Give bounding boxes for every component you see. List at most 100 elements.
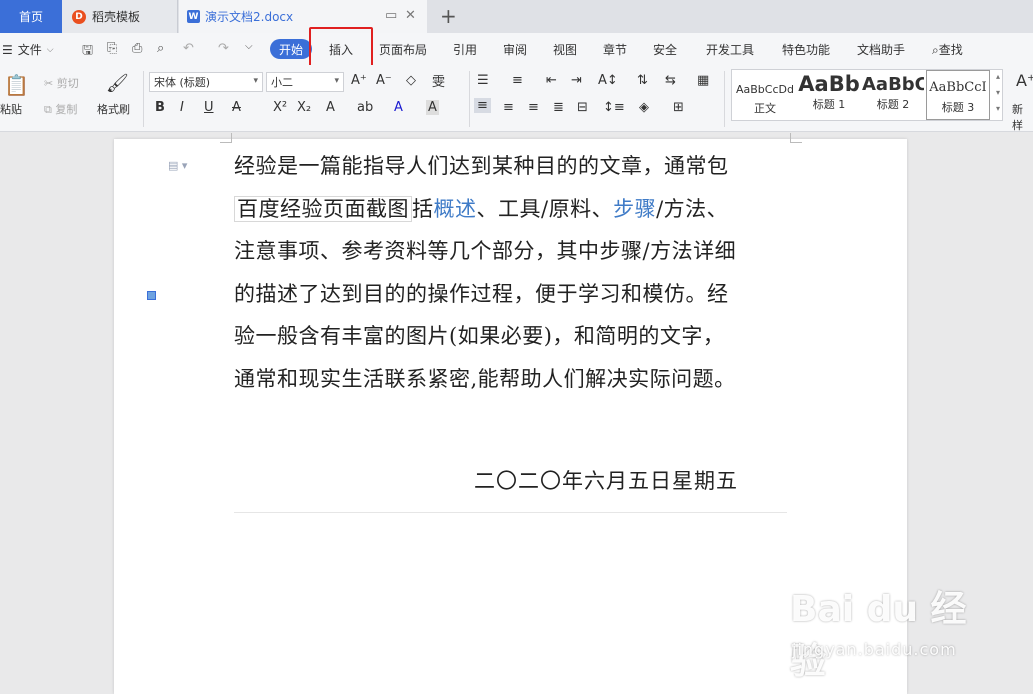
styles-more-icon[interactable]: ▾ — [996, 104, 1000, 113]
menu-features[interactable]: 特色功能 — [782, 41, 830, 58]
ribbon: 📋 粘贴 ✂ 剪切 ⧉ 复制 🖌 格式刷 宋体 (标题) ▾ 小二 ▾ A⁺ A⁻ … — [0, 65, 1033, 132]
new-style-button[interactable]: 新样 — [1012, 101, 1033, 133]
close-tab-icon[interactable]: ✕ — [405, 8, 416, 23]
clear-format-icon[interactable]: ◇ — [406, 73, 416, 88]
divider — [469, 71, 470, 127]
underline-icon[interactable]: U — [204, 100, 214, 115]
menu-find-label: 查找 — [938, 43, 963, 57]
paragraph-line: 百度经验页面截图 括概述、工具/原料、步骤/方法、 — [234, 188, 790, 231]
menu-start[interactable]: 开始 — [270, 39, 312, 59]
export-pdf-icon[interactable]: ⎘ — [107, 41, 117, 56]
text-direction-icon[interactable]: A↕ — [598, 73, 618, 88]
styles-scroll-down-icon[interactable]: ▾ — [996, 88, 1000, 97]
shrink-font-icon[interactable]: A⁻ — [376, 73, 392, 88]
screenshot-caption[interactable]: 百度经验页面截图 — [234, 195, 412, 222]
align-center-icon[interactable]: ≡ — [503, 100, 514, 115]
text-run: 、工具/原料、 — [476, 196, 614, 221]
new-tab-plus-icon[interactable]: + — [440, 4, 457, 28]
tab-template[interactable]: D 稻壳模板 — [62, 0, 178, 33]
tab-document[interactable]: W 演示文档2.docx ▭ ✕ — [179, 0, 427, 33]
margin-corner — [220, 133, 232, 143]
date-text: 二〇二〇年六月五日星期五 — [474, 469, 738, 493]
justify-icon[interactable]: ≣ — [553, 100, 564, 115]
style-heading-1-label: 标题 1 — [812, 98, 846, 111]
paste-icon[interactable]: 📋 — [4, 73, 29, 97]
style-heading-2-label: 标题 2 — [876, 98, 910, 111]
link-steps[interactable]: 步骤 — [613, 197, 656, 221]
search-icon: ⌕ — [932, 43, 939, 57]
align-left-icon[interactable]: ≡ — [474, 98, 491, 113]
phonetic-guide-icon[interactable]: 雯 — [432, 71, 445, 90]
new-style-icon[interactable]: A⁺ — [1016, 71, 1033, 90]
menu-section[interactable]: 章节 — [603, 41, 627, 58]
menu-find[interactable]: ⌕查找 — [932, 41, 963, 58]
style-heading-2-preview: AaBbC — [862, 74, 924, 95]
divider — [143, 71, 144, 127]
cut-button[interactable]: ✂ 剪切 — [44, 75, 79, 91]
italic-icon[interactable]: I — [180, 100, 184, 115]
save-icon[interactable]: 🖫 — [82, 41, 93, 63]
format-painter-button[interactable]: 格式刷 — [97, 101, 130, 117]
paragraph-menu-icon[interactable]: ▤ ▾ — [168, 159, 187, 172]
distributed-icon[interactable]: ⊟ — [577, 100, 588, 115]
link-overview[interactable]: 概述 — [434, 197, 477, 221]
daoke-logo-icon: D — [72, 9, 86, 24]
styles-scroll-up-icon[interactable]: ▴ — [996, 72, 1000, 81]
menu-developer[interactable]: 开发工具 — [706, 41, 754, 58]
sort-icon[interactable]: ⇅ — [637, 73, 648, 88]
line-spacing-icon[interactable]: ↕≡ — [603, 100, 625, 115]
print-preview-icon[interactable]: ⌕ — [157, 41, 164, 56]
menu-view[interactable]: 视图 — [553, 41, 577, 58]
numbered-list-icon[interactable]: ≡ — [512, 73, 523, 88]
style-normal[interactable]: AaBbCcDd 正文 — [734, 70, 796, 120]
file-menu-label: 文件 — [17, 43, 42, 57]
menu-doc-assistant[interactable]: 文档助手 — [857, 41, 905, 58]
font-color-icon[interactable]: A — [394, 100, 403, 115]
show-marks-icon[interactable]: ⇆ — [665, 73, 676, 88]
print-icon[interactable]: ⎙ — [132, 41, 142, 56]
document-body[interactable]: 经验是一篇能指导人们达到某种目的的文章，通常包 百度经验页面截图 括概述、工具/原… — [234, 145, 790, 400]
paste-button[interactable]: 粘贴 — [0, 101, 22, 117]
superscript-icon[interactable]: X² — [273, 100, 287, 115]
tab-home[interactable]: 首页 — [0, 0, 62, 33]
undo-icon[interactable]: ↶ — [183, 41, 194, 56]
image-anchor-handle[interactable] — [147, 291, 156, 300]
menu-page-layout[interactable]: 页面布局 — [379, 41, 427, 58]
shading-icon[interactable]: ◈ — [639, 100, 649, 115]
document-page[interactable]: ▤ ▾ 经验是一篇能指导人们达到某种目的的文章，通常包 百度经验页面截图 括概述、… — [114, 133, 907, 694]
quick-access-more-icon[interactable]: ⌵ — [245, 41, 253, 52]
char-shading-icon[interactable]: A — [426, 100, 439, 115]
bold-icon[interactable]: B — [155, 100, 165, 115]
redo-icon[interactable]: ↷ — [218, 41, 229, 56]
copy-label: 复制 — [55, 103, 78, 116]
menu-security[interactable]: 安全 — [653, 41, 677, 58]
increase-indent-icon[interactable]: ⇥ — [571, 73, 582, 88]
menu-references[interactable]: 引用 — [453, 41, 477, 58]
font-size-select[interactable]: 小二 ▾ — [266, 72, 344, 92]
highlight-icon[interactable]: ab — [357, 100, 373, 115]
style-heading-3-label: 标题 3 — [941, 101, 975, 114]
align-right-icon[interactable]: ≡ — [528, 100, 539, 115]
menu-review[interactable]: 审阅 — [503, 41, 527, 58]
decrease-indent-icon[interactable]: ⇤ — [546, 73, 557, 88]
borders-icon[interactable]: ⊞ — [673, 100, 684, 115]
text-effect-icon[interactable]: A — [326, 100, 335, 115]
strikethrough-icon[interactable]: A — [232, 100, 241, 115]
style-heading-3[interactable]: AaBbCcI 标题 3 — [926, 70, 990, 120]
copy-button[interactable]: ⧉ 复制 — [44, 101, 77, 117]
styles-gallery: AaBbCcDd 正文 AaBb 标题 1 AaBbC 标题 2 AaBbCcI… — [731, 69, 1003, 121]
style-heading-1[interactable]: AaBb 标题 1 — [798, 70, 860, 120]
file-menu[interactable]: ☰ 文件 ⌵ — [2, 41, 54, 58]
grow-font-icon[interactable]: A⁺ — [351, 73, 367, 88]
paragraph-line: 注意事项、参考资料等几个部分，其中步骤/方法详细 — [234, 239, 737, 263]
chevron-down-icon: ⌵ — [46, 44, 54, 55]
style-normal-label: 正文 — [754, 102, 776, 115]
paragraph-line: 经验是一篇能指导人们达到某种目的的文章，通常包 — [234, 154, 729, 178]
format-painter-icon[interactable]: 🖌 — [106, 73, 129, 94]
pin-icon[interactable]: ▭ — [385, 8, 397, 23]
subscript-icon[interactable]: X₂ — [297, 100, 311, 115]
table-border-icon[interactable]: ▦ — [697, 73, 709, 88]
bullet-list-icon[interactable]: ☰ — [477, 73, 489, 88]
font-name-select[interactable]: 宋体 (标题) ▾ — [149, 72, 263, 92]
style-heading-2[interactable]: AaBbC 标题 2 — [862, 70, 924, 120]
